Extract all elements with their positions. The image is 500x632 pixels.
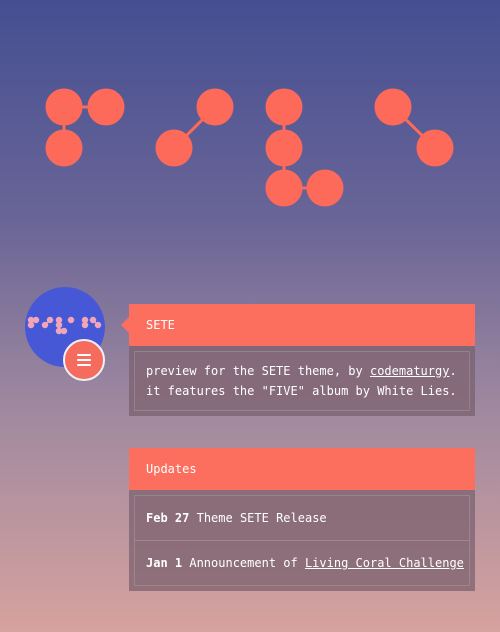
updates-title: Updates xyxy=(129,448,475,490)
about-title: SETE xyxy=(121,304,475,346)
menu-button[interactable] xyxy=(63,339,105,381)
update-text: Theme SETE Release xyxy=(196,511,327,525)
update-date: Feb 27 xyxy=(146,511,190,525)
update-date: Jan 1 xyxy=(146,556,183,570)
about-card: SETE preview for the SETE theme, by code… xyxy=(121,304,475,416)
about-description: preview for the SETE theme, by codematur… xyxy=(134,351,470,411)
update-text: Announcement of xyxy=(189,556,305,570)
updates-list: Feb 27 Theme SETE Release Jan 1 Announce… xyxy=(134,495,470,586)
update-item: Jan 1 Announcement of Living Coral Chall… xyxy=(135,541,469,585)
menu-icon-bar xyxy=(77,354,91,356)
menu-icon-bar xyxy=(77,364,91,366)
author-link[interactable]: codematurgy xyxy=(370,364,449,378)
updates-card: Updates Feb 27 Theme SETE Release Jan 1 … xyxy=(129,448,475,591)
update-item: Feb 27 Theme SETE Release xyxy=(135,496,469,541)
menu-icon-bar xyxy=(77,359,91,361)
living-coral-link[interactable]: Living Coral Challenge xyxy=(305,556,464,570)
five-braille-logo xyxy=(45,88,454,207)
